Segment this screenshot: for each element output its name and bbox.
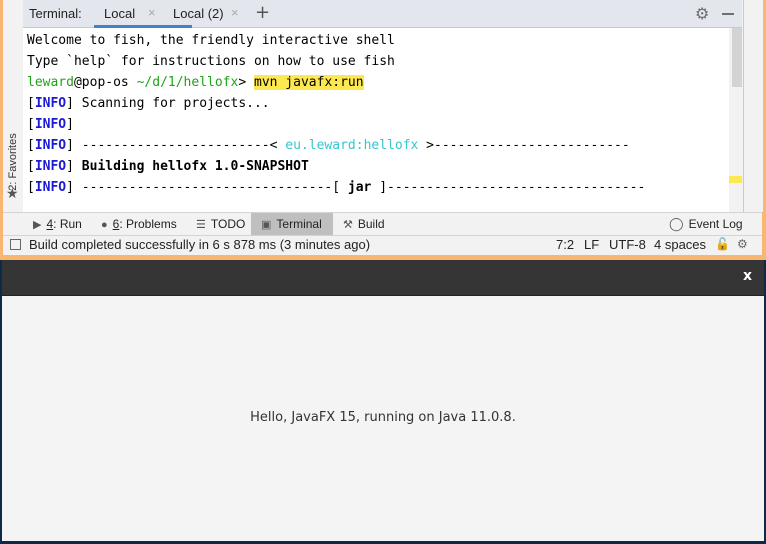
terminal-icon: ▣: [261, 219, 272, 231]
tool-window-bar: ▶ 4: Run ● 6: Problems ☰ TODO ▣ Terminal ⚒ Bu…: [3, 212, 762, 236]
window-titlebar[interactable]: x: [2, 260, 764, 296]
tool-run-button[interactable]: ▶ 4: Run: [33, 213, 82, 235]
hammer-icon: ⚒: [343, 219, 353, 231]
terminal-line: [INFO] Scanning for projects...: [27, 96, 270, 111]
tool-todo-button[interactable]: ☰ TODO: [196, 213, 245, 235]
event-log-button[interactable]: ◯ Event Log: [669, 213, 743, 235]
search-highlight-marker: [729, 176, 742, 183]
scrollbar-thumb[interactable]: [732, 28, 742, 87]
log-text: --------------------------------[: [81, 180, 348, 195]
log-text: >-------------------------: [418, 138, 630, 153]
tool-label: Event Log: [688, 217, 743, 231]
tab-local[interactable]: Local ×: [94, 0, 192, 28]
add-tab-button[interactable]: +: [255, 2, 270, 23]
status-message[interactable]: Build completed successfully in 6 s 878 …: [29, 237, 370, 252]
tool-window-title: Terminal:: [29, 6, 82, 21]
gear-icon[interactable]: ⚙: [695, 4, 709, 23]
indent-setting[interactable]: 4 spaces: [654, 237, 706, 252]
close-window-button[interactable]: x: [743, 268, 752, 284]
packaging: jar: [347, 180, 372, 195]
terminal-prompt-line: leward@pop-os ~/d/1/hellofx> mvn javafx:…: [27, 73, 364, 93]
star-icon: ★: [6, 186, 19, 202]
right-tool-strip: [743, 0, 763, 212]
info-tag: INFO: [34, 138, 67, 153]
tool-label: TODO: [210, 217, 246, 231]
javafx-app-window: x Hello, JavaFX 15, running on Java 11.0…: [2, 260, 764, 541]
tool-label: Build: [357, 217, 385, 231]
minimize-icon[interactable]: [722, 13, 734, 15]
toggle-tool-windows-icon[interactable]: [10, 239, 21, 250]
artifact-id: eu.leward:hellofx: [285, 138, 419, 153]
inspector-icon[interactable]: ⚙: [737, 237, 748, 251]
tool-terminal-button[interactable]: ▣ Terminal: [251, 213, 333, 235]
info-tag: INFO: [34, 159, 67, 174]
prompt-host: @pop-os: [73, 75, 129, 90]
file-encoding[interactable]: UTF-8: [609, 237, 646, 252]
info-tag: INFO: [34, 180, 67, 195]
terminal-line: [INFO] Building hellofx 1.0-SNAPSHOT: [27, 159, 309, 174]
terminal-tab-bar: Terminal: Local × Local (2) × + ⚙: [23, 0, 742, 28]
terminal-line: [INFO] --------------------------------[…: [27, 180, 646, 195]
prompt-user: leward: [27, 75, 74, 90]
terminal-line: [INFO]: [27, 117, 74, 132]
info-tag: INFO: [34, 96, 67, 111]
status-bar: Build completed successfully in 6 s 878 …: [3, 235, 762, 255]
log-text: ]---------------------------------: [371, 180, 646, 195]
tool-label: Terminal: [276, 217, 322, 231]
terminal-output[interactable]: Welcome to fish, the friendly interactiv…: [23, 28, 729, 212]
caret-position[interactable]: 7:2: [556, 237, 574, 252]
terminal-line: Type `help` for instructions on how to u…: [27, 54, 395, 69]
terminal-line: Welcome to fish, the friendly interactiv…: [27, 33, 395, 48]
terminal-line: [INFO] ------------------------< eu.lewa…: [27, 138, 630, 153]
tool-problems-button[interactable]: ● 6: Problems: [101, 213, 177, 235]
tab-label: Local (2): [173, 6, 224, 21]
command-text: mvn javafx:run: [254, 75, 364, 90]
hello-label: Hello, JavaFX 15, running on Java 11.0.8…: [250, 410, 516, 425]
favorites-tool-button[interactable]: 2: Favorites ★: [3, 128, 23, 208]
log-text: ------------------------<: [81, 138, 286, 153]
prompt-path: ~/d/1/hellofx: [128, 75, 239, 90]
tab-local-2[interactable]: Local (2) ×: [173, 0, 253, 27]
close-icon[interactable]: ×: [231, 5, 239, 20]
close-icon[interactable]: ×: [148, 5, 156, 20]
favorites-label: 2: Favorites: [7, 133, 19, 191]
run-icon: ▶: [33, 219, 42, 231]
tab-label: Local: [104, 6, 136, 21]
tool-build-button[interactable]: ⚒ Build: [343, 213, 385, 235]
speech-bubble-icon: ◯: [669, 216, 684, 231]
tool-label: : Run: [53, 217, 82, 231]
problems-icon: ●: [101, 219, 108, 231]
intellij-ide-window: 2: Favorites ★ Terminal: Local × Local (…: [0, 0, 766, 260]
line-separator[interactable]: LF: [584, 237, 599, 252]
prompt-symbol: >: [238, 75, 254, 90]
todo-icon: ☰: [196, 219, 206, 231]
tool-label: : Problems: [119, 217, 177, 231]
log-text: Scanning for projects...: [81, 96, 270, 111]
log-text: Building hellofx 1.0-SNAPSHOT: [81, 159, 309, 174]
info-tag: INFO: [34, 117, 67, 132]
lock-icon[interactable]: 🔓: [715, 237, 730, 251]
